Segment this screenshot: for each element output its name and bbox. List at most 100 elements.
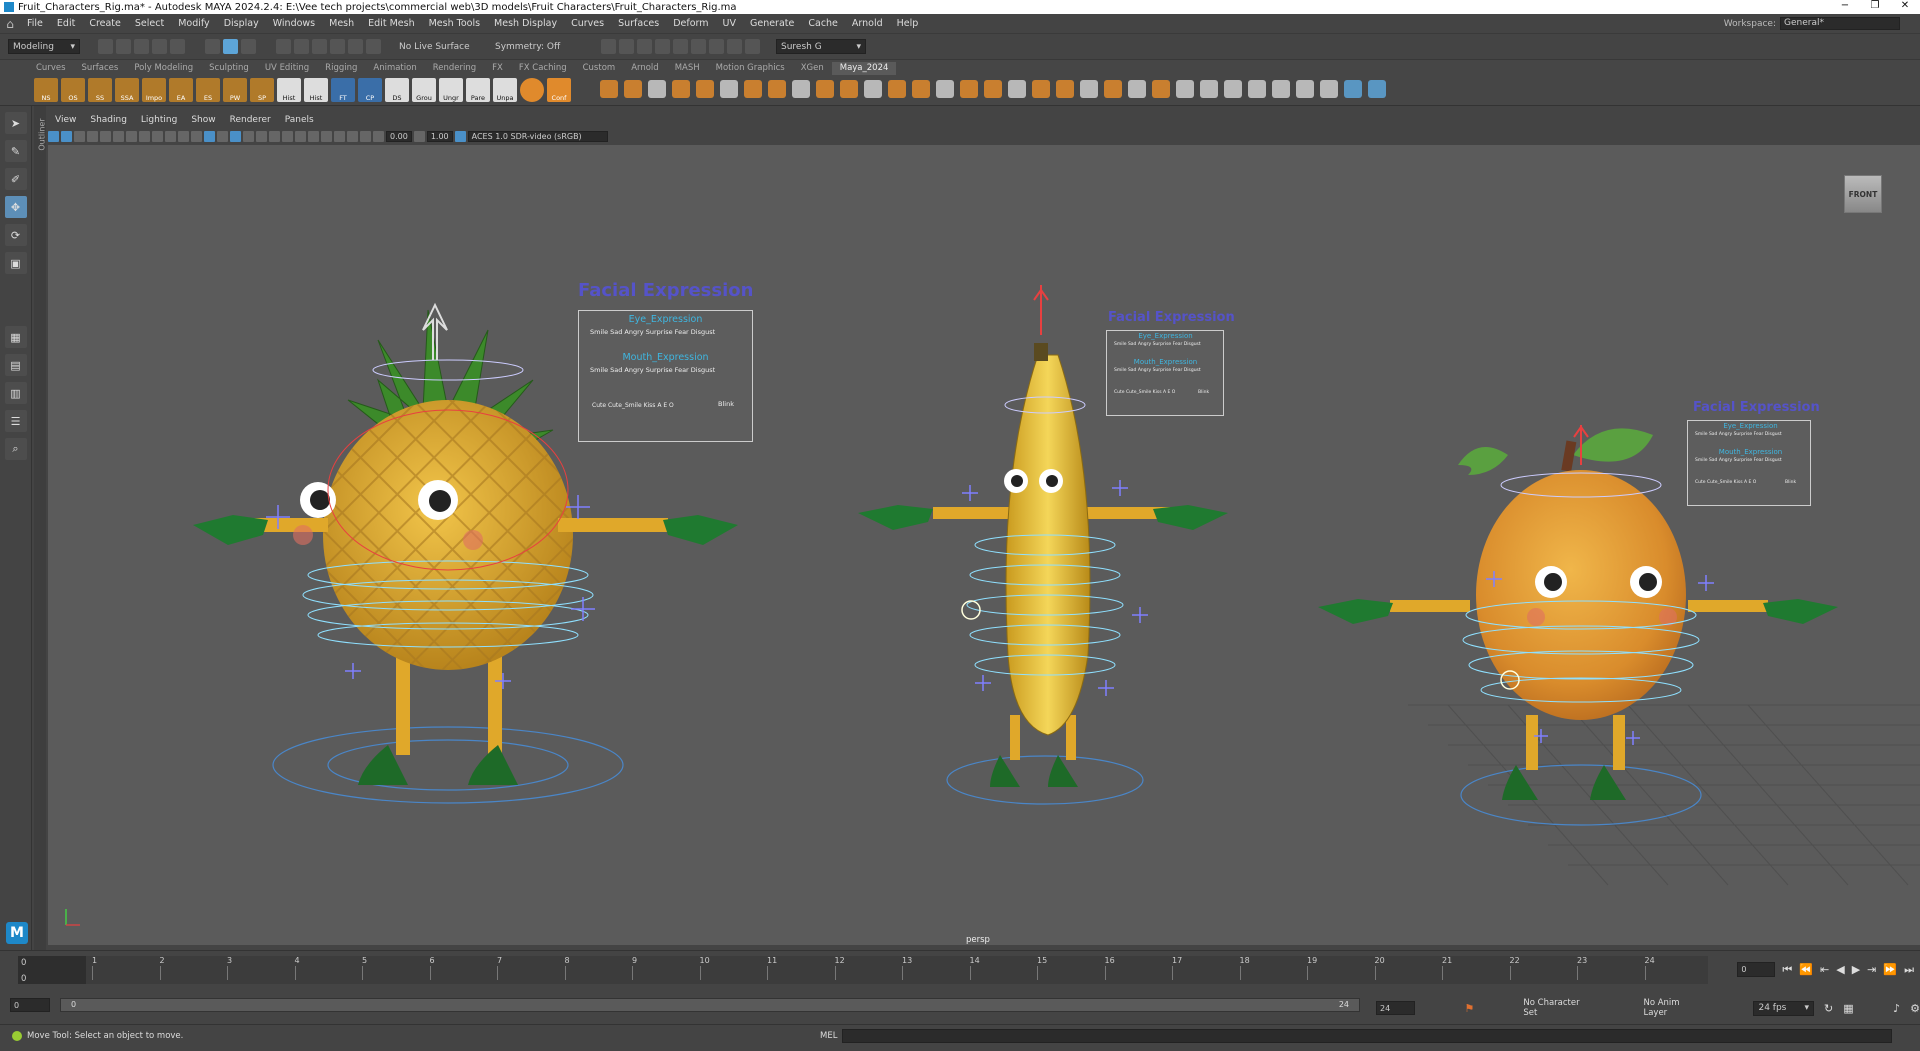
shelf-tool-icon[interactable] <box>1248 80 1266 98</box>
anti-aliasing-icon[interactable] <box>295 131 306 142</box>
camera-select-icon[interactable] <box>48 131 59 142</box>
mel-command-input[interactable] <box>842 1028 1892 1043</box>
loop-icon[interactable]: ↻ <box>1824 1002 1833 1015</box>
shelf-button-ungr[interactable]: Ungr <box>439 78 463 102</box>
textured-icon[interactable] <box>230 131 241 142</box>
shelf-tool-icon[interactable] <box>816 80 834 98</box>
gamma-icon[interactable] <box>413 131 425 142</box>
shelf-tab-rendering[interactable]: Rendering <box>425 62 484 75</box>
shelf-tool-icon[interactable] <box>1200 80 1218 98</box>
sound-icon[interactable]: ♪ <box>1893 1002 1900 1015</box>
wireframe-icon[interactable] <box>191 131 202 142</box>
facial-expression-panel-pineapple[interactable]: Facial Expression Eye_Expression Smile S… <box>578 280 753 442</box>
snap-grid-icon[interactable] <box>276 39 291 54</box>
lasso-icon[interactable]: ✎ <box>4 140 27 162</box>
menu-create[interactable]: Create <box>82 18 128 29</box>
anim-prefs-icon[interactable]: ⚙ <box>1910 1002 1920 1015</box>
menu-help[interactable]: Help <box>890 18 926 29</box>
arnold-render-icon[interactable] <box>727 39 742 54</box>
auto-key-icon[interactable]: ⚑ <box>1464 1002 1474 1015</box>
shelf-button-sphere[interactable] <box>520 78 544 102</box>
shelf-button-cp[interactable]: CP <box>358 78 382 102</box>
shelf-button-pw[interactable]: PW <box>223 78 247 102</box>
shelf-tab-rigging[interactable]: Rigging <box>317 62 365 75</box>
image-plane-icon[interactable] <box>87 131 98 142</box>
fps-dropdown[interactable]: 24 fps ▾ <box>1753 1000 1815 1016</box>
xray-joints-icon[interactable] <box>347 131 358 142</box>
shelf-tool-icon[interactable] <box>888 80 906 98</box>
shadows-icon[interactable] <box>256 131 267 142</box>
step-back-frame-icon[interactable]: ⇤ <box>1820 963 1829 976</box>
menu-arnold[interactable]: Arnold <box>845 18 890 29</box>
step-forward-frame-icon[interactable]: ⇥ <box>1867 963 1876 976</box>
range-slider[interactable]: 0 24 <box>60 998 1360 1012</box>
hypershade-icon[interactable] <box>673 39 688 54</box>
film-gate-icon[interactable] <box>113 131 124 142</box>
shelf-tool-icon[interactable] <box>1056 80 1074 98</box>
outliner-layout-icon[interactable]: ☰ <box>4 410 27 432</box>
menu-modify[interactable]: Modify <box>171 18 216 29</box>
shelf-tab-xgen[interactable]: XGen <box>793 62 832 75</box>
panel-menu-panels[interactable]: Panels <box>278 115 321 129</box>
animation-end-field[interactable]: 24 <box>1376 1001 1416 1015</box>
shelf-button-es[interactable]: ES <box>196 78 220 102</box>
menu-file[interactable]: File <box>20 18 50 29</box>
view-cube[interactable]: FRONT <box>1844 175 1882 213</box>
viewport-persp[interactable]: Facial Expression Eye_Expression Smile S… <box>48 145 1920 945</box>
shelf-tool-icon[interactable] <box>1368 80 1386 98</box>
home-icon[interactable]: ⌂ <box>0 17 20 31</box>
symmetry-field[interactable]: Symmetry: Off <box>491 39 581 54</box>
shelf-button-pare[interactable]: Pare <box>466 78 490 102</box>
two-view-icon[interactable]: ▥ <box>4 382 27 404</box>
shelf-button-ds[interactable]: DS <box>385 78 409 102</box>
menuset-dropdown[interactable]: Modeling ▾ <box>8 39 80 54</box>
menu-mesh-display[interactable]: Mesh Display <box>487 18 564 29</box>
color-management-icon[interactable] <box>454 131 466 142</box>
shelf-button-ns[interactable]: NS <box>34 78 58 102</box>
safe-title-icon[interactable] <box>178 131 189 142</box>
select-component-icon[interactable] <box>241 39 256 54</box>
shelf-button-unpa[interactable]: Unpa <box>493 78 517 102</box>
close-button[interactable]: ✕ <box>1890 0 1920 11</box>
go-to-end-icon[interactable]: ⏭ <box>1904 963 1914 977</box>
gamma-field[interactable]: 1.00 <box>426 131 453 142</box>
shelf-tool-icon[interactable] <box>1152 80 1170 98</box>
play-backward-icon[interactable]: ◀ <box>1836 963 1844 976</box>
shelf-button-impo[interactable]: Impo <box>142 78 166 102</box>
panel-menu-renderer[interactable]: Renderer <box>223 115 278 129</box>
gate-mask-icon[interactable] <box>139 131 150 142</box>
character-set-dropdown[interactable]: No Character Set <box>1523 998 1594 1018</box>
render-icon[interactable] <box>601 39 616 54</box>
script-language-toggle[interactable]: MEL <box>820 1031 842 1041</box>
panel-menu-shading[interactable]: Shading <box>83 115 134 129</box>
outliner-strip[interactable]: Outliner <box>34 106 47 950</box>
shelf-button-ssa[interactable]: SSA <box>115 78 139 102</box>
shelf-tool-icon[interactable] <box>1176 80 1194 98</box>
panel-menu-lighting[interactable]: Lighting <box>134 115 184 129</box>
shelf-button-hist[interactable]: Hist <box>277 78 301 102</box>
shelf-tool-icon[interactable] <box>624 80 642 98</box>
select-object-icon[interactable] <box>223 39 238 54</box>
shelf-tool-icon[interactable] <box>840 80 858 98</box>
shelf-tool-icon[interactable] <box>912 80 930 98</box>
smooth-shade-icon[interactable] <box>204 131 215 142</box>
shelf-tool-icon[interactable] <box>648 80 666 98</box>
shelf-tab-fx-caching[interactable]: FX Caching <box>511 62 575 75</box>
shelf-tool-icon[interactable] <box>768 80 786 98</box>
select-hierarchy-icon[interactable] <box>205 39 220 54</box>
shelf-tool-icon[interactable] <box>984 80 1002 98</box>
default-material-icon[interactable] <box>217 131 228 142</box>
facial-expression-panel-banana[interactable]: Facial Expression Eye_Expression Smile S… <box>1106 310 1235 416</box>
menu-edit-mesh[interactable]: Edit Mesh <box>361 18 421 29</box>
panel-menu-show[interactable]: Show <box>184 115 222 129</box>
render-settings-icon[interactable] <box>655 39 670 54</box>
menu-deform[interactable]: Deform <box>666 18 715 29</box>
shelf-tab-arnold[interactable]: Arnold <box>623 62 667 75</box>
grid-icon[interactable] <box>100 131 111 142</box>
lights-icon[interactable] <box>243 131 254 142</box>
scale-icon[interactable]: ▣ <box>4 252 27 274</box>
shelf-tool-icon[interactable] <box>1272 80 1290 98</box>
shelf-tool-icon[interactable] <box>936 80 954 98</box>
menu-surfaces[interactable]: Surfaces <box>611 18 666 29</box>
shelf-tab-sculpting[interactable]: Sculpting <box>201 62 257 75</box>
